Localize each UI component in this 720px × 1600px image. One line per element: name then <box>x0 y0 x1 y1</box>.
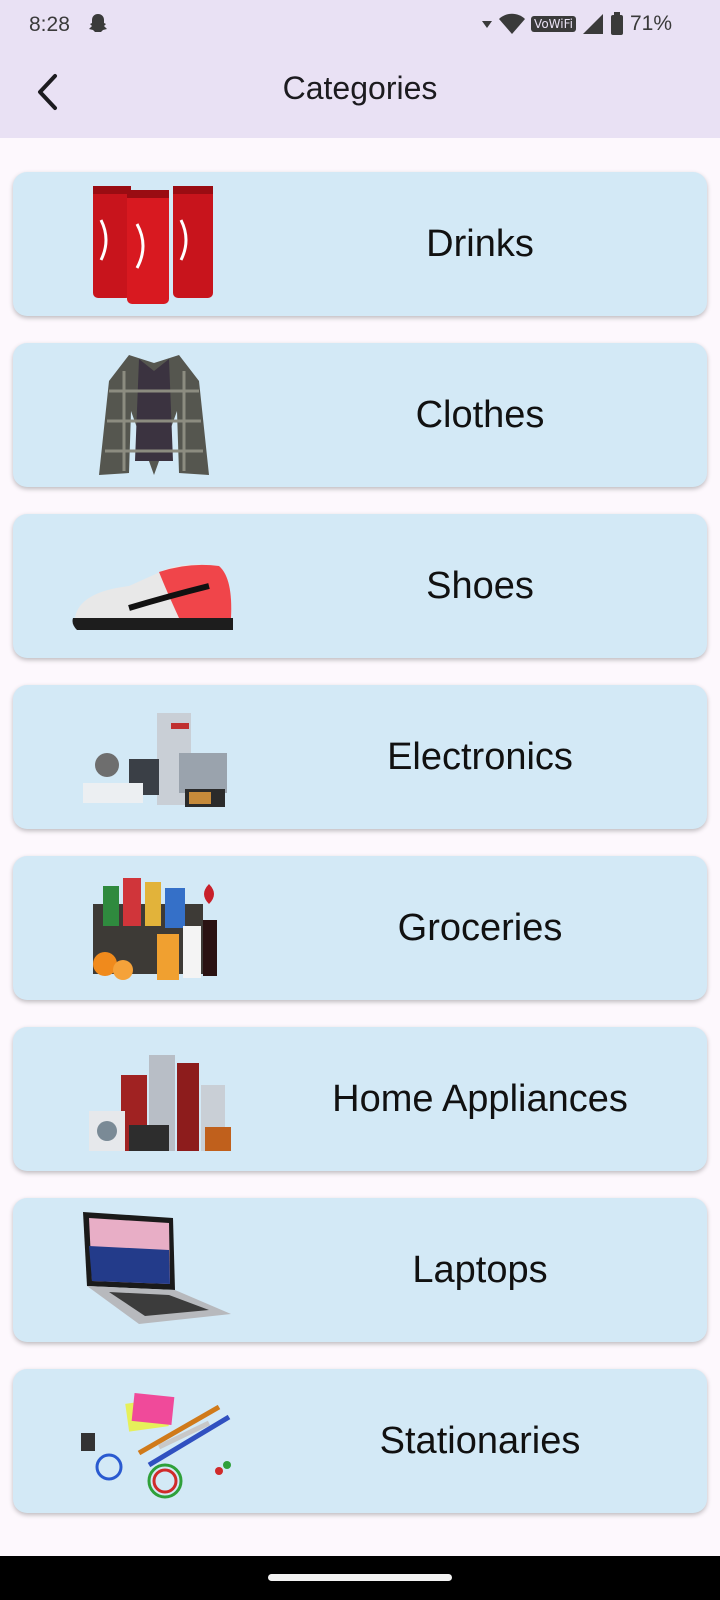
groceries-image <box>93 878 217 980</box>
category-label: Clothes <box>415 393 545 436</box>
category-list: Drinks Clothes Shoes Electronics Groceri… <box>13 172 707 1540</box>
drinks-image <box>93 186 213 304</box>
category-label: Shoes <box>426 564 534 607</box>
category-card-drinks[interactable]: Drinks <box>13 172 707 316</box>
category-card-stationaries[interactable]: Stationaries <box>13 1369 707 1513</box>
status-right-group: VoWiFi 71% <box>481 12 672 36</box>
page-title: Categories <box>282 70 438 106</box>
cell-signal-icon <box>582 14 603 34</box>
category-card-shoes[interactable]: Shoes <box>13 514 707 658</box>
category-card-home-appliances[interactable]: Home Appliances <box>13 1027 707 1171</box>
status-bar: 8:28 VoWiFi 71% <box>0 0 720 52</box>
category-label: Laptops <box>412 1248 548 1291</box>
category-card-clothes[interactable]: Clothes <box>13 343 707 487</box>
clothes-image <box>99 355 209 475</box>
vowifi-badge: VoWiFi <box>531 16 576 32</box>
category-card-laptops[interactable]: Laptops <box>13 1198 707 1342</box>
category-label: Home Appliances <box>332 1077 628 1120</box>
electronics-image <box>83 713 227 807</box>
category-label: Drinks <box>426 222 534 265</box>
home-appliances-image <box>89 1055 231 1151</box>
wifi-icon <box>499 13 526 34</box>
stationaries-image <box>81 1392 231 1499</box>
category-label: Groceries <box>397 906 563 949</box>
category-card-electronics[interactable]: Electronics <box>13 685 707 829</box>
data-arrow-icon <box>482 21 493 28</box>
category-label: Electronics <box>387 735 573 778</box>
category-label: Stationaries <box>379 1419 581 1462</box>
laptops-image <box>83 1212 231 1324</box>
battery-icon <box>610 12 623 35</box>
gesture-nav-bar <box>0 1556 720 1600</box>
shoes-image <box>72 564 233 630</box>
home-indicator[interactable] <box>268 1574 452 1581</box>
app-bar: 8:28 VoWiFi 71% Categories <box>0 0 720 138</box>
status-time: 8:28 <box>29 13 70 36</box>
category-card-groceries[interactable]: Groceries <box>13 856 707 1000</box>
battery-percent: 71% <box>629 12 672 35</box>
snapchat-notification-icon <box>89 14 107 32</box>
